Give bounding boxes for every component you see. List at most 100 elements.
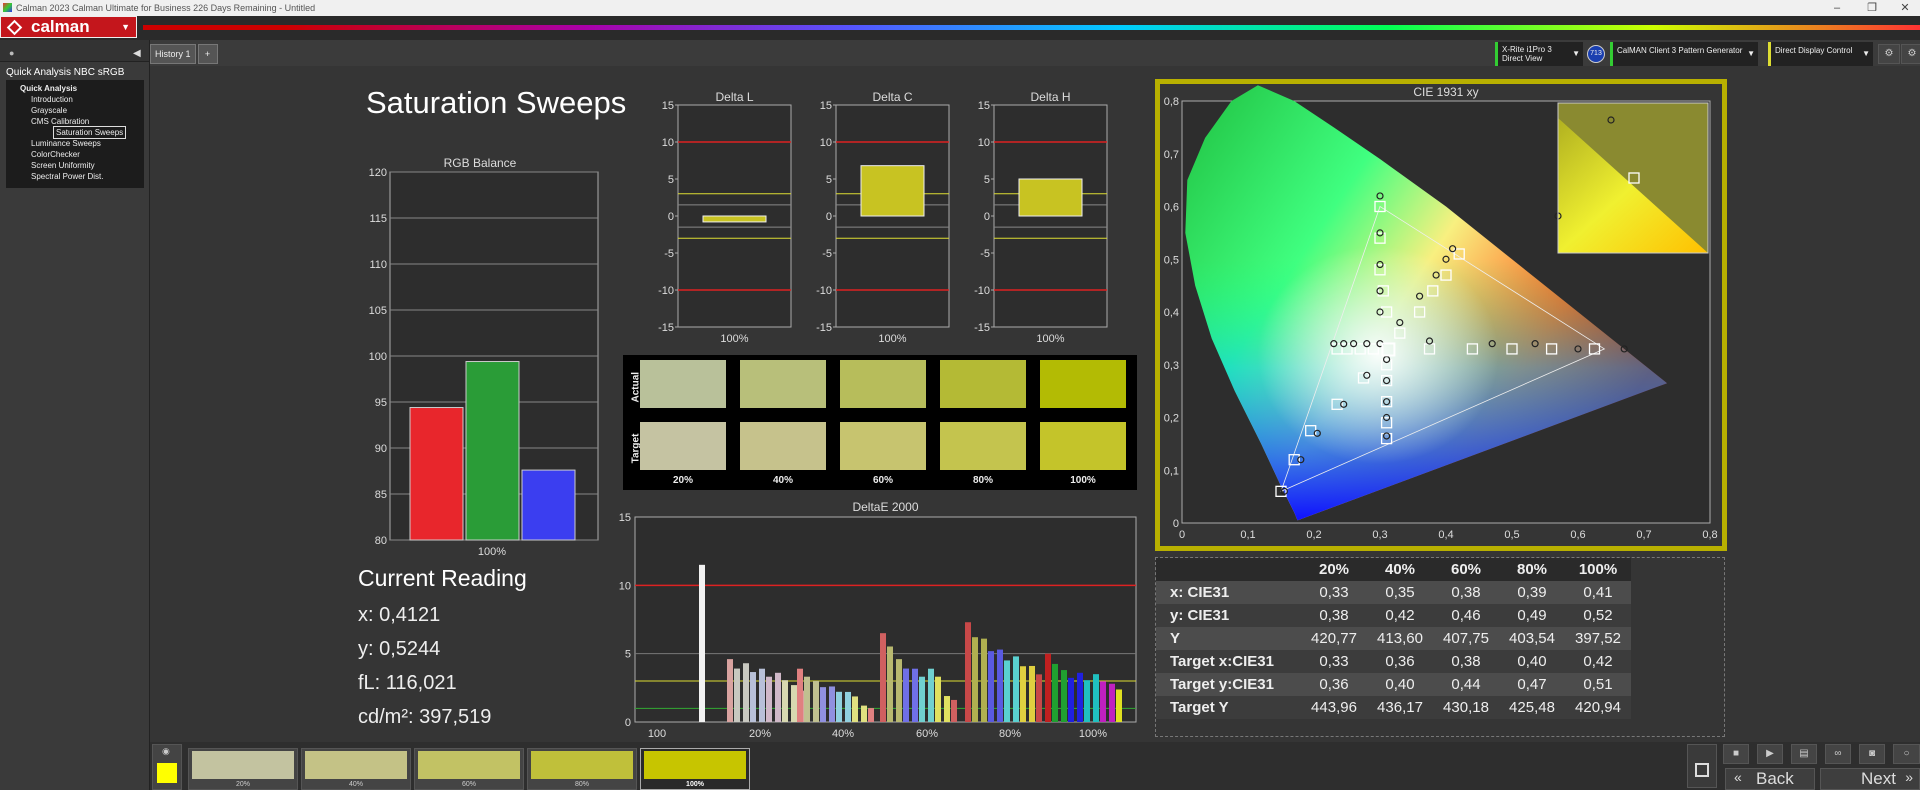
deltae-bar	[775, 672, 781, 722]
table-row: Target Y 443,96 436,17 430,18 425,48 420,94	[1156, 696, 1631, 719]
chevron-down-icon: ▼	[121, 22, 130, 32]
settings-icon[interactable]: ⚙	[1901, 44, 1920, 64]
chart-title: Delta L	[715, 90, 753, 104]
table-cell: 436,17	[1377, 699, 1423, 716]
table-row-label: Target Y	[1170, 699, 1229, 716]
table-column-header: 80%	[1516, 561, 1548, 578]
table-cell: 0,41	[1583, 584, 1613, 601]
back-button[interactable]: « Back	[1725, 768, 1815, 790]
pattern-thumbnail-2[interactable]: 60%	[414, 748, 524, 790]
deltae-bar	[1013, 656, 1019, 722]
next-button[interactable]: Next »	[1820, 768, 1920, 790]
y-tick-label: 0	[1173, 518, 1179, 530]
deltae-bar	[1029, 665, 1035, 722]
calman-diamond-icon	[6, 19, 23, 36]
table-row: x: CIE31 0,33 0,35 0,38 0,39 0,41	[1156, 581, 1631, 604]
minimize-icon[interactable]: –	[1822, 0, 1852, 16]
collapse-sidebar-icon[interactable]: ◀	[133, 48, 141, 59]
add-tab-icon[interactable]: +	[197, 44, 218, 64]
swatch-label: 20%	[672, 475, 693, 486]
deltae-bar	[791, 685, 797, 722]
target-swatch-4	[1040, 422, 1126, 470]
thumbnail-label: 40%	[348, 781, 363, 788]
y-tick-label: 85	[375, 489, 387, 501]
sidebar-item-colorchecker[interactable]: ColorChecker	[6, 149, 144, 160]
deltae-bar	[903, 668, 909, 722]
sidebar-item-saturation-sweeps[interactable]: Saturation Sweeps	[52, 126, 127, 139]
y-tick-label: 10	[619, 580, 631, 592]
thumbnail-swatch	[644, 751, 746, 779]
sidebar-item-grayscale[interactable]: Grayscale	[6, 105, 144, 116]
sidebar-header	[0, 40, 149, 62]
stop-button[interactable]	[1687, 744, 1717, 788]
x-tick-label: 20%	[749, 728, 771, 740]
close-icon[interactable]: ✕	[1890, 0, 1920, 16]
deltae-bar	[919, 676, 925, 722]
delta-bar	[702, 215, 767, 223]
display-control-selector[interactable]: Direct Display Control ▼	[1768, 42, 1873, 66]
restore-icon[interactable]: ❐	[1857, 0, 1887, 16]
gear-icon[interactable]: ⚙	[1878, 44, 1900, 64]
table-cell: 0,44	[1451, 676, 1481, 693]
table-cell: 397,52	[1575, 630, 1621, 647]
pattern-thumbnail-4[interactable]: 100%	[640, 748, 750, 790]
deltae-bar	[797, 668, 803, 722]
camera-icon[interactable]: ◙	[1859, 744, 1885, 764]
next-label: Next	[1861, 769, 1896, 788]
pattern-thumbnail-0[interactable]: 20%	[188, 748, 298, 790]
y-tick-label: 10	[820, 137, 832, 149]
pattern-generator-selector[interactable]: CalMAN Client 3 Pattern Generator ▼	[1610, 42, 1758, 66]
tab-history-1[interactable]: History 1	[150, 44, 196, 64]
y-tick-label: 0,5	[1164, 254, 1179, 266]
deltae-bar	[951, 699, 957, 722]
deltae-bar	[912, 668, 918, 722]
sidebar-item-introduction[interactable]: Introduction	[6, 94, 144, 105]
stop-circle-icon[interactable]: ○	[1893, 744, 1920, 764]
y-tick-label: 5	[826, 174, 832, 186]
y-tick-label: 110	[369, 259, 387, 271]
y-tick-label: -5	[822, 248, 832, 260]
table-cell: 0,40	[1385, 676, 1415, 693]
y-tick-label: -5	[664, 248, 674, 260]
y-tick-label: 90	[375, 443, 387, 455]
chart-title: Delta C	[872, 90, 912, 104]
sidebar-item-spectral-power[interactable]: Spectral Power Dist.	[6, 171, 144, 182]
save-icon[interactable]: ▤	[1791, 744, 1817, 764]
sidebar-item-cms-calibration[interactable]: CMS Calibration	[6, 116, 144, 127]
pattern-thumbnail-1[interactable]: 40%	[301, 748, 411, 790]
eye-icon[interactable]: ◉	[162, 746, 170, 757]
deltae-2000-chart: DeltaE 2000 15 10 5 0 100 20% 40% 60% 80% 100%	[619, 500, 1137, 740]
table-header-corner	[1156, 558, 1301, 581]
deltae-bar	[743, 663, 749, 722]
deltae-bar	[750, 672, 756, 722]
sidebar-item-luminance-sweeps[interactable]: Luminance Sweeps	[6, 138, 144, 149]
table-cell: 413,60	[1377, 630, 1423, 647]
meter-selector[interactable]: X-Rite i1Pro 3 Direct View ▼	[1495, 42, 1583, 66]
calman-logo-menu[interactable]: calman ▼	[0, 16, 137, 38]
deltae-bar	[972, 637, 978, 722]
deltae-bar	[1020, 666, 1026, 722]
deltae-bar	[1045, 653, 1051, 722]
table-row-label: y: CIE31	[1170, 607, 1230, 624]
deltae-bar	[988, 651, 994, 722]
loop-icon[interactable]: ∞	[1825, 744, 1851, 764]
table-column-header: 100%	[1578, 561, 1618, 578]
table-row: y: CIE31 0,38 0,42 0,46 0,49 0,52	[1156, 604, 1631, 627]
x-tick-label: 0,5	[1504, 529, 1519, 541]
chevron-down-icon: ▼	[1862, 49, 1870, 58]
deltae-bar	[896, 659, 902, 722]
chevron-down-icon: ▼	[1747, 49, 1755, 58]
pattern-thumbnail-3[interactable]: 80%	[527, 748, 637, 790]
trash-icon[interactable]: ■	[1723, 744, 1749, 764]
y-tick-label: 10	[662, 137, 674, 149]
actual-swatch-2	[840, 360, 926, 408]
play-icon[interactable]: ▶	[1757, 744, 1783, 764]
history-tabs: History 1 +	[150, 44, 220, 64]
chart-title: Delta H	[1030, 90, 1070, 104]
tree-root[interactable]: Quick Analysis	[6, 83, 144, 94]
sidebar-item-screen-uniformity[interactable]: Screen Uniformity	[6, 160, 144, 171]
target-swatch-0	[640, 422, 726, 470]
deltae-bar	[1061, 670, 1067, 722]
y-tick-label: 0,4	[1164, 307, 1179, 319]
table-row-label: Y	[1170, 630, 1181, 647]
